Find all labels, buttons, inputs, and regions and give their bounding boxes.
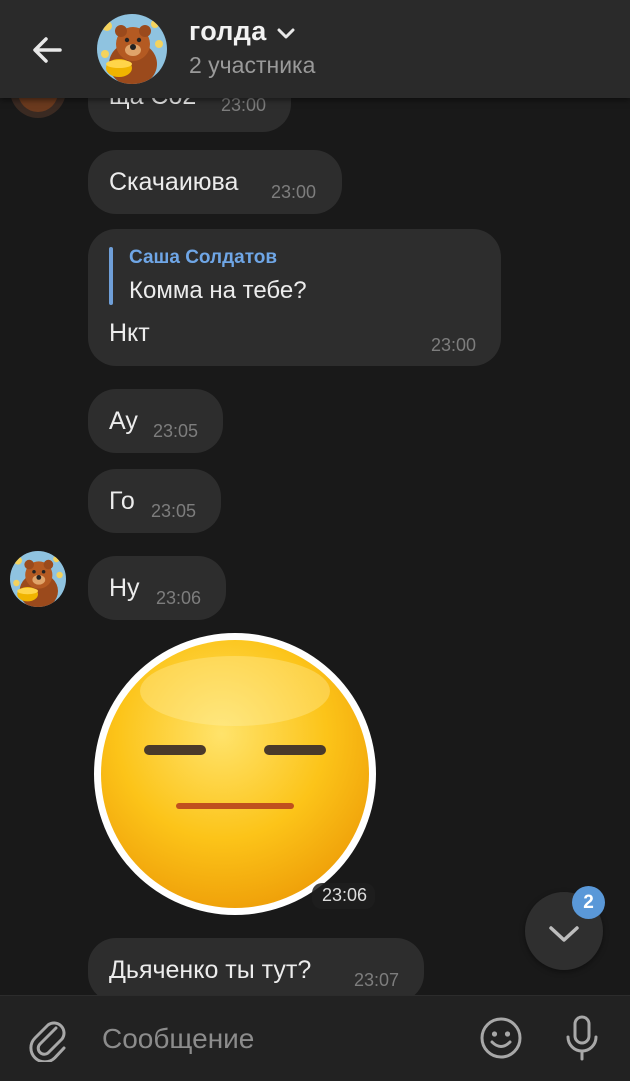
message-text: ща Со2 [109, 98, 196, 111]
unread-count-badge: 2 [572, 886, 605, 919]
message-text: Ну [109, 574, 140, 602]
message-time: 23:07 [354, 970, 400, 990]
message-bubble[interactable]: ща Со2 23:00 [88, 98, 291, 132]
message-text: Нкт [109, 319, 150, 347]
message-bubble[interactable]: Скачаиюва 23:00 [88, 150, 342, 214]
chat-title: голда [189, 16, 267, 46]
attach-button[interactable] [26, 1016, 72, 1064]
chat-title-button[interactable]: голда [189, 16, 295, 47]
message-time: 23:05 [151, 501, 197, 521]
paperclip-icon [29, 1021, 66, 1064]
message-bubble[interactable]: Го 23:05 [88, 469, 221, 533]
message-text: Го [109, 487, 135, 515]
message-composer [0, 995, 630, 1081]
sender-avatar[interactable] [10, 551, 66, 607]
sticker-time: 23:06 [312, 883, 376, 909]
chat-avatar[interactable] [97, 14, 167, 84]
message-text: Ау [109, 407, 138, 435]
message-time: 23:00 [271, 182, 317, 202]
message-time: 23:00 [221, 98, 267, 115]
message-bubble[interactable]: Дьяченко ты тут? 23:07 [88, 938, 424, 995]
back-button[interactable] [26, 28, 70, 72]
reply-author[interactable]: Саша Солдатов [129, 247, 277, 269]
sticker-expressionless-face[interactable] [92, 631, 378, 917]
arrow-left-icon [33, 37, 62, 63]
smiley-icon [480, 1017, 522, 1059]
reply-quote-bar [109, 247, 113, 305]
microphone-icon [566, 1015, 598, 1061]
emoji-button[interactable] [478, 1015, 524, 1061]
message-bubble-reply[interactable]: Саша Солдатов Комма на тебе? Нкт 23:00 [88, 229, 501, 366]
message-input[interactable] [100, 1016, 454, 1062]
sender-avatar[interactable] [10, 98, 66, 118]
chat-header: голда 2 участника [0, 0, 630, 98]
message-list[interactable]: ща Со2 23:00 Скачаиюва 23:00 Саша Солдат… [0, 98, 630, 995]
reply-text: Комма на тебе? [129, 277, 307, 304]
expressionless-face-icon [94, 633, 376, 915]
message-bubble[interactable]: Ау 23:05 [88, 389, 223, 453]
bear-avatar-image [97, 14, 167, 84]
message-text: Скачаиюва [109, 168, 239, 196]
message-bubble[interactable]: Ну 23:06 [88, 556, 226, 620]
chevron-down-icon [277, 27, 295, 45]
message-time: 23:06 [156, 588, 202, 608]
microphone-button[interactable] [560, 1013, 604, 1063]
message-time: 23:05 [153, 421, 199, 441]
bear-avatar-image [10, 551, 66, 607]
participants-count: 2 участника [189, 52, 316, 78]
message-time: 23:00 [431, 335, 477, 355]
message-text: Дьяченко ты тут? [109, 956, 312, 984]
